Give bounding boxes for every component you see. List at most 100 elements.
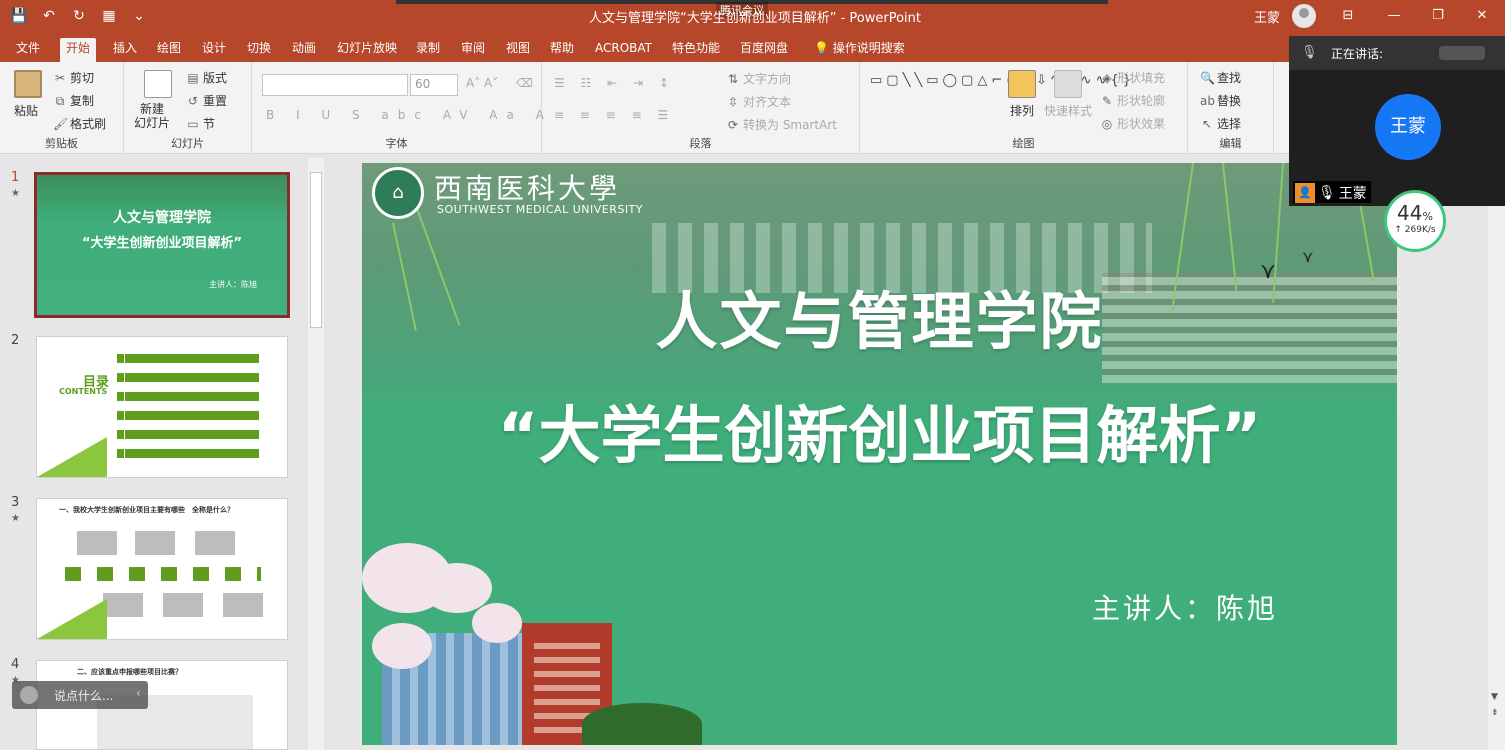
font-size-combo[interactable]: 60 — [410, 74, 458, 96]
emoji-icon[interactable] — [20, 686, 38, 704]
lightbulb-icon: 💡 — [814, 41, 829, 55]
person-icon: 👤 — [1295, 182, 1315, 203]
font-style-buttons[interactable]: B I U S abc AV Aa A — [266, 108, 553, 122]
tab-view[interactable]: 视图 — [500, 38, 536, 62]
find-button[interactable]: 🔍 查找 — [1200, 69, 1241, 86]
tree-foliage — [582, 703, 702, 745]
network-speed-gauge[interactable]: 44% ↑ 269K/s — [1384, 190, 1446, 252]
increase-font-icon[interactable]: A˄ A˅ — [466, 76, 498, 90]
tab-acrobat[interactable]: ACROBAT — [589, 38, 658, 62]
arrange-icon[interactable] — [1008, 70, 1036, 98]
slide-title-line2[interactable]: “大学生创新创业项目解析” — [362, 385, 1397, 475]
quick-access-toolbar: 💾 ↶ ↻ ▦ ⌄ — [8, 6, 150, 26]
tab-baidu-netdisk[interactable]: 百度网盘 — [734, 38, 794, 62]
tab-transitions[interactable]: 切换 — [241, 38, 277, 62]
layout-button[interactable]: ▤ 版式 — [186, 69, 227, 86]
quick-styles-button[interactable]: 快速样式 — [1044, 102, 1092, 119]
align-buttons[interactable]: ≡ ≡ ≡ ≡ ☰ — [554, 108, 674, 122]
toc-bar-number — [117, 430, 125, 439]
magnolia-blossom — [372, 623, 432, 669]
shapes-gallery[interactable]: ▭▢╲╲▭◯▢△⌐⌐⇨⇩↷↶∿∿{} — [870, 70, 1131, 92]
university-seal-icon: ⌂ — [372, 167, 424, 219]
thumb2-subtitle: CONTENTS — [59, 387, 108, 396]
shape-outline-button[interactable]: ✎ 形状轮廓 — [1100, 92, 1165, 109]
align-text-label: 对齐文本 — [743, 95, 792, 109]
tab-record[interactable]: 录制 — [410, 38, 446, 62]
reset-icon: ↺ — [187, 94, 199, 108]
redo-icon[interactable]: ↻ — [68, 6, 90, 26]
paste-button[interactable]: 粘贴 — [14, 102, 38, 119]
current-slide[interactable]: ⋎ ⋎ ⌂ 西南医科大學 SOUTHWEST MEDICAL UNIVERSIT… — [362, 163, 1397, 745]
section-icon: ▭ — [187, 117, 199, 131]
toc-bar-number — [117, 373, 125, 382]
restore-button[interactable]: ❐ — [1416, 0, 1460, 32]
tab-special-features[interactable]: 特色功能 — [666, 38, 726, 62]
tab-home[interactable]: 开始 — [60, 38, 97, 62]
tab-design[interactable]: 设计 — [196, 38, 232, 62]
reset-button[interactable]: ↺ 重置 — [186, 92, 227, 109]
account-avatar[interactable] — [1292, 4, 1316, 28]
copy-button[interactable]: ⧉ 复制 — [53, 92, 94, 109]
cut-button[interactable]: ✂ 剪切 — [53, 69, 94, 86]
slide-thumbnail-2[interactable]: 目录 CONTENTS — [36, 336, 288, 478]
clear-format-icon[interactable]: ⌫ — [516, 76, 533, 90]
magnolia-blossom — [472, 603, 522, 643]
replace-button[interactable]: ab 替换 — [1200, 92, 1241, 109]
present-icon[interactable]: ▦ — [98, 6, 120, 26]
shape-fill-button[interactable]: ◈ 形状填充 — [1100, 69, 1165, 86]
quick-styles-icon[interactable] — [1054, 70, 1082, 98]
slide-title-line1[interactable]: 人文与管理学院 — [362, 271, 1397, 361]
slide-thumbnail-1[interactable]: 人文与管理学院 “大学生创新创业项目解析” 主讲人：陈旭 — [34, 172, 290, 318]
shape-effects-button[interactable]: ◎ 形状效果 — [1100, 115, 1165, 132]
brush-icon: 🖌 — [53, 117, 69, 131]
new-slide-icon[interactable] — [144, 70, 172, 98]
thumb3-box — [223, 593, 263, 617]
format-painter-button[interactable]: 🖌 格式刷 — [53, 115, 106, 132]
danmaku-chat-box[interactable]: 说点什么... ‹ — [12, 681, 148, 709]
tab-file[interactable]: 文件 — [10, 38, 46, 62]
group-paragraph: ☰ ☷ ⇤ ⇥ ↕ ≡ ≡ ≡ ≡ ☰ ⇅ 文字方向 ⇳ 对齐文本 ⟳ 转换为 Sma… — [542, 62, 860, 154]
university-name-en: SOUTHWEST MEDICAL UNIVERSITY — [437, 203, 644, 216]
slide-thumbnail-3[interactable]: 一、我校大学生创新创业项目主要有哪些 全称是什么？ — [36, 498, 288, 640]
align-text-button[interactable]: ⇳ 对齐文本 — [726, 93, 791, 110]
tab-draw[interactable]: 绘图 — [151, 38, 187, 62]
save-icon[interactable]: 💾 — [8, 6, 30, 26]
tab-insert[interactable]: 插入 — [107, 38, 143, 62]
tell-me-search[interactable]: 💡 操作说明搜索 — [808, 38, 911, 62]
shape-outline-label: 形状轮廓 — [1117, 94, 1166, 108]
meeting-video-panel[interactable]: 🎙 正在讲话: 王蒙 👤 🎙 王蒙 — [1289, 36, 1505, 206]
toc-bar — [117, 392, 259, 401]
next-slide-icon[interactable]: ⇟ — [1491, 708, 1499, 718]
tab-help[interactable]: 帮助 — [544, 38, 580, 62]
tab-animations[interactable]: 动画 — [286, 38, 322, 62]
smartart-button[interactable]: ⟳ 转换为 SmartArt — [726, 116, 837, 133]
undo-icon[interactable]: ↶ — [38, 6, 60, 26]
group-slides: 新建 幻灯片 ▤ 版式 ↺ 重置 ▭ 节 幻灯片 — [124, 62, 252, 154]
text-direction-button[interactable]: ⇅ 文字方向 — [726, 70, 791, 87]
font-name-combo[interactable] — [262, 74, 408, 96]
thumb3-title: 一、我校大学生创新创业项目主要有哪些 全称是什么？ — [59, 506, 234, 514]
collapse-chevron-icon[interactable]: ‹ — [136, 686, 141, 700]
slide-speaker[interactable]: 主讲人：陈旭 — [1092, 587, 1278, 627]
text-direction-label: 文字方向 — [743, 72, 792, 86]
select-button[interactable]: ↖ 选择 — [1200, 115, 1241, 132]
minimize-button[interactable]: — — [1372, 0, 1416, 32]
customize-icon[interactable]: ⌄ — [128, 6, 150, 26]
close-button[interactable]: ✕ — [1460, 0, 1504, 32]
microphone-icon: 🎙 — [1301, 45, 1318, 60]
arrange-button[interactable]: 排列 — [1010, 102, 1034, 119]
tab-slideshow[interactable]: 幻灯片放映 — [331, 38, 403, 62]
toc-bar-number — [117, 354, 125, 363]
paste-icon[interactable] — [14, 70, 42, 98]
new-slide-button[interactable]: 新建 幻灯片 — [134, 102, 170, 130]
replace-label: 替换 — [1217, 94, 1242, 108]
scroll-down-icon[interactable]: ▼ — [1491, 692, 1498, 702]
tab-review[interactable]: 审阅 — [455, 38, 491, 62]
thumbnail-scroll-thumb[interactable] — [310, 172, 322, 328]
section-button[interactable]: ▭ 节 — [186, 115, 215, 132]
ribbon-display-button[interactable]: ⊟ — [1326, 0, 1370, 32]
account-name[interactable]: 王蒙 — [1254, 7, 1280, 26]
slide-scrollbar[interactable]: ▼ ⇟ — [1488, 206, 1505, 750]
participant-avatar: 王蒙 — [1375, 94, 1441, 160]
list-buttons[interactable]: ☰ ☷ ⇤ ⇥ ↕ — [554, 76, 675, 90]
